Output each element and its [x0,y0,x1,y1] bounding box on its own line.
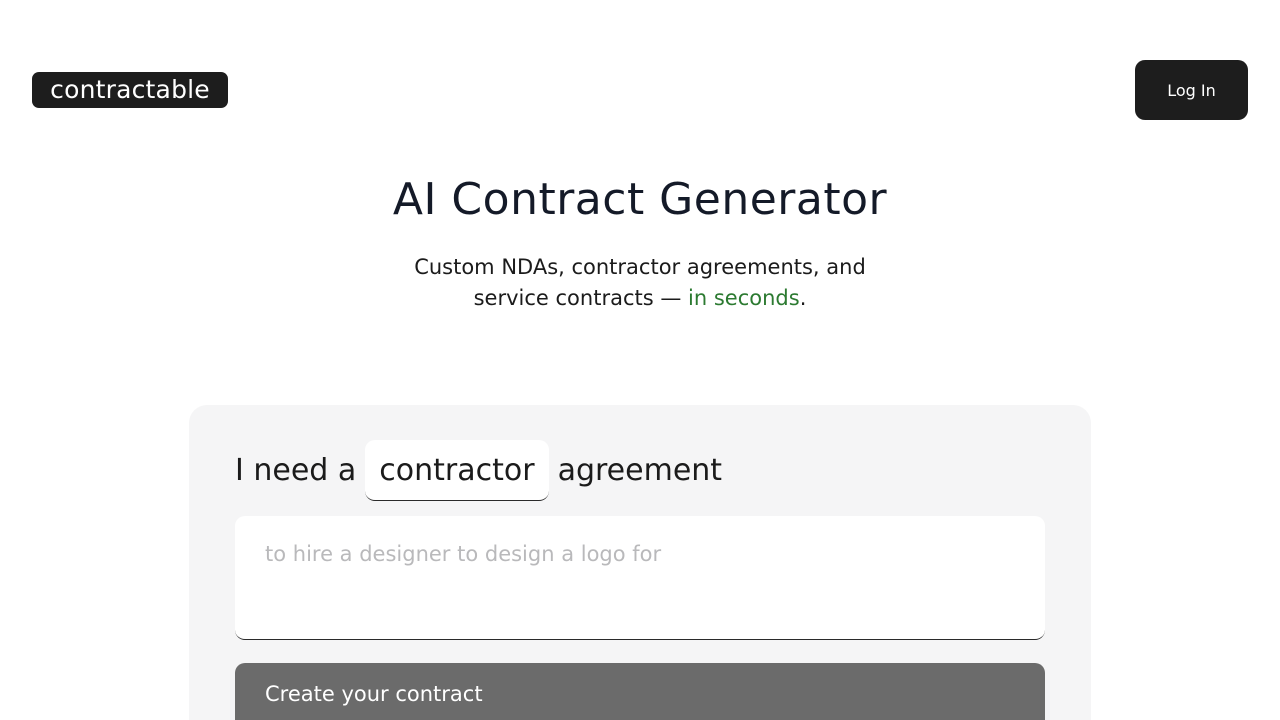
contract-type-sentence: I need a contractor agreement [235,440,722,501]
login-button[interactable]: Log In [1135,60,1248,120]
subtitle-highlight: in seconds [688,286,800,310]
sentence-suffix: agreement [557,453,723,488]
hero-subtitle: Custom NDAs, contractor agreements, and … [0,252,1280,314]
logo[interactable]: contractable [32,72,228,108]
contract-type-selector[interactable]: contractor [365,440,549,501]
contract-description-input[interactable] [235,516,1045,640]
page-title: AI Contract Generator [392,174,888,225]
subtitle-line-1: Custom NDAs, contractor agreements, and [414,255,866,279]
contract-form-card: I need a contractor agreement Create you… [189,405,1091,720]
subtitle-line-2-text: service contracts — [473,286,689,310]
subtitle-line-2: service contracts — in seconds. [0,283,1280,314]
create-contract-button[interactable]: Create your contract [235,663,1045,720]
sentence-prefix: I need a [235,453,357,488]
subtitle-suffix: . [799,286,807,310]
page: contractable Log In AI Contract Generato… [0,0,1280,720]
logo-text: contractable [50,75,210,104]
